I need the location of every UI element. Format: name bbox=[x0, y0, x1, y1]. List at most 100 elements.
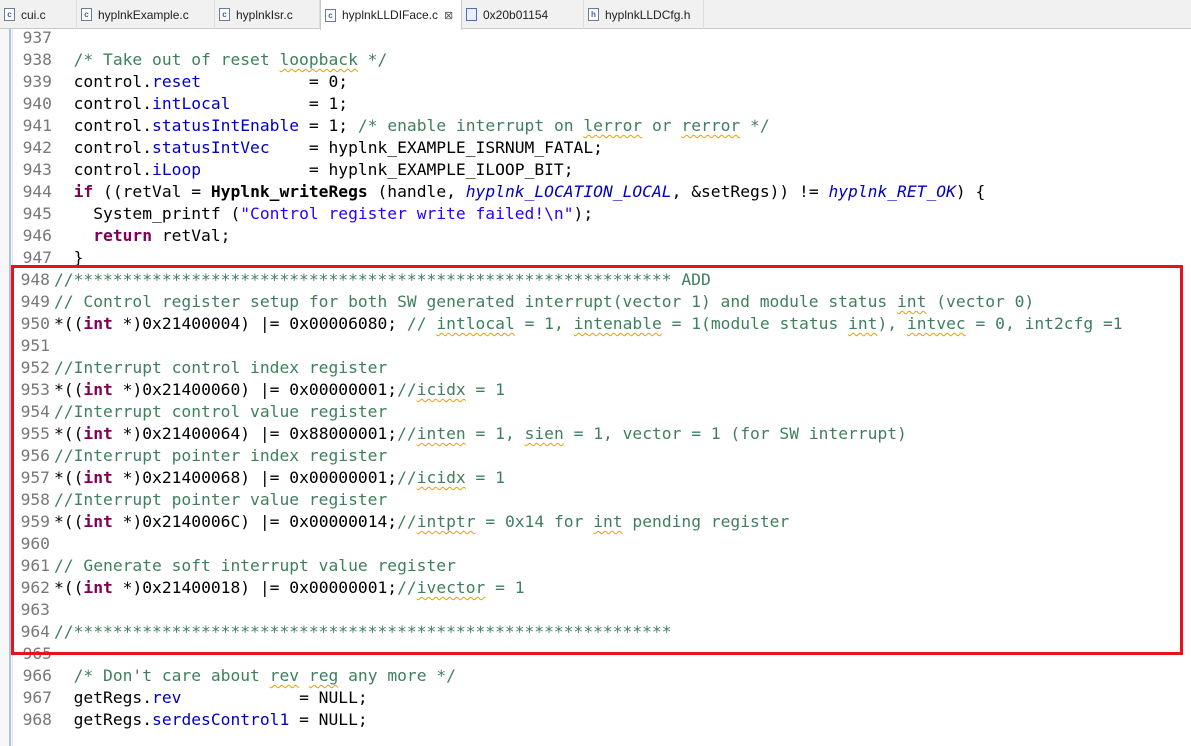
code-token: = 1; bbox=[230, 94, 349, 113]
tab-label: 0x20b01154 bbox=[483, 7, 549, 22]
code-text bbox=[54, 27, 74, 49]
code-token: *(( bbox=[54, 512, 84, 531]
code-token: = NULL; bbox=[181, 688, 368, 707]
line-number: 943 bbox=[22, 160, 52, 179]
code-token: control. bbox=[54, 72, 153, 91]
code-token: = 0, int2cfg =1 bbox=[965, 314, 1123, 333]
code-token: iLoop bbox=[152, 160, 202, 179]
code-token: *)0x21400068) |= 0x00000001; bbox=[112, 468, 398, 487]
code-token: */ bbox=[740, 116, 770, 135]
code-line: 967 getRegs.rev = NULL; bbox=[0, 687, 1191, 709]
tab-3[interactable]: c hyplnkLLDIFace.c ⊠ bbox=[320, 0, 462, 30]
line-number: 966 bbox=[22, 666, 52, 685]
code-line: 938 /* Take out of reset loopback */ bbox=[0, 49, 1191, 71]
code-text: //Interrupt pointer value register bbox=[54, 489, 387, 511]
code-line: 945 System_printf ("Control register wri… bbox=[0, 203, 1191, 225]
c-file-icon: c bbox=[219, 8, 230, 21]
code-text: control.intLocal = 1; bbox=[54, 93, 349, 115]
code-line: 960 bbox=[0, 533, 1191, 555]
code-token: *(( bbox=[54, 578, 84, 597]
code-line: 954//Interrupt control value register bbox=[0, 401, 1191, 423]
code-token: *)0x21400018) |= 0x00000001; bbox=[112, 578, 398, 597]
code-text: System_printf ("Control register write f… bbox=[54, 203, 593, 225]
code-token: return bbox=[93, 226, 153, 245]
code-text: // Generate soft interrupt value registe… bbox=[54, 555, 456, 577]
code-line: 949// Control register setup for both SW… bbox=[0, 291, 1191, 313]
code-token: *(( bbox=[54, 314, 84, 333]
code-token: intenable bbox=[573, 314, 662, 333]
code-token: int bbox=[83, 380, 113, 399]
tab-label: hyplnkExample.c bbox=[98, 7, 189, 22]
code-editor[interactable]: 937 938 /* Take out of reset loopback */… bbox=[0, 27, 1191, 731]
code-line: 959 *((int *)0x2140006C) |= 0x00000014;//… bbox=[0, 511, 1191, 533]
code-text: control.statusIntVec = hyplnk_EXAMPLE_IS… bbox=[54, 137, 603, 159]
code-token: sien bbox=[524, 424, 564, 443]
code-token: int bbox=[83, 468, 113, 487]
tab-4[interactable]: 0x20b01154 bbox=[462, 0, 584, 29]
code-text: } bbox=[54, 247, 84, 269]
code-text: control.iLoop = hyplnk_EXAMPLE_ILOOP_BIT… bbox=[54, 159, 574, 181]
line-number: 962 bbox=[20, 578, 50, 597]
code-token: //**************************************… bbox=[54, 270, 711, 289]
code-token: serdesControl1 bbox=[152, 710, 290, 729]
code-token: } bbox=[54, 248, 84, 267]
tab-label: hyplnkLLDIFace.c bbox=[342, 8, 439, 22]
code-line: 943 control.iLoop = hyplnk_EXAMPLE_ILOOP… bbox=[0, 159, 1191, 181]
code-token: pending register bbox=[622, 512, 790, 531]
code-token: intLocal bbox=[152, 94, 231, 113]
code-token: int bbox=[593, 512, 623, 531]
code-token: = 1(module status bbox=[661, 314, 849, 333]
tab-label: hyplnkLLDCfg.h bbox=[605, 7, 691, 22]
line-number: 941 bbox=[22, 116, 52, 135]
code-text: //**************************************… bbox=[54, 269, 711, 291]
code-token: control. bbox=[54, 138, 153, 157]
code-token: "Control register write failed!\n" bbox=[240, 204, 574, 223]
tab-5[interactable]: h hyplnkLLDCfg.h bbox=[584, 0, 704, 29]
tab-label: hyplnkIsr.c bbox=[236, 7, 293, 22]
line-number: 958 bbox=[20, 490, 50, 509]
tab-1[interactable]: c hyplnkExample.c bbox=[77, 0, 215, 29]
code-line: 964//***********************************… bbox=[0, 621, 1191, 643]
line-number: 947 bbox=[22, 248, 52, 267]
close-tab-icon[interactable]: ⊠ bbox=[444, 9, 453, 22]
code-token: int bbox=[83, 578, 113, 597]
code-line: 955 *((int *)0x21400064) |= 0x88000001;//… bbox=[0, 423, 1191, 445]
line-number: 968 bbox=[22, 710, 52, 729]
code-line: 937 bbox=[0, 27, 1191, 49]
code-line: 950 *((int *)0x21400004) |= 0x00006080; /… bbox=[0, 313, 1191, 335]
code-token: any more */ bbox=[338, 666, 456, 685]
code-text: /* Take out of reset loopback */ bbox=[54, 49, 388, 71]
code-line: 948//***********************************… bbox=[0, 269, 1191, 291]
code-token: //Interrupt pointer value register bbox=[54, 490, 388, 509]
code-text: control.statusIntEnable = 1; /* enable i… bbox=[54, 115, 770, 137]
code-token: = 1, bbox=[514, 314, 574, 333]
code-token: reset bbox=[152, 72, 202, 91]
code-token: /* Take out of reset bbox=[54, 50, 280, 69]
code-text: return retVal; bbox=[54, 225, 230, 247]
code-line: 942 control.statusIntVec = hyplnk_EXAMPL… bbox=[0, 137, 1191, 159]
h-file-icon: h bbox=[588, 8, 599, 21]
code-line: 957 *((int *)0x21400068) |= 0x00000001;//… bbox=[0, 467, 1191, 489]
code-token: *(( bbox=[54, 424, 84, 443]
code-text: //Interrupt control value register bbox=[54, 401, 387, 423]
memory-view-icon bbox=[466, 8, 477, 21]
line-number: 967 bbox=[22, 688, 52, 707]
code-token: = 1 bbox=[465, 380, 505, 399]
code-text: getRegs.rev = NULL; bbox=[54, 687, 368, 709]
line-number: 959 bbox=[20, 512, 50, 531]
code-token: // Generate soft interrupt value registe… bbox=[54, 556, 456, 575]
line-number: 964 bbox=[20, 622, 50, 641]
tab-0[interactable]: c cui.c bbox=[0, 0, 77, 29]
code-text: *((int *)0x2140006C) |= 0x00000014;//int… bbox=[54, 511, 789, 533]
line-number: 942 bbox=[22, 138, 52, 157]
code-token: , &setRegs)) != bbox=[671, 182, 829, 201]
code-line: 939 control.reset = 0; bbox=[0, 71, 1191, 93]
code-token: /* Don't care about bbox=[54, 666, 270, 685]
code-token: control. bbox=[54, 116, 153, 135]
code-token: if bbox=[73, 182, 94, 201]
code-token: icidx bbox=[416, 380, 466, 399]
tab-2[interactable]: c hyplnkIsr.c bbox=[215, 0, 320, 29]
code-token: = 1, vector = 1 (for SW interrupt) bbox=[563, 424, 907, 443]
